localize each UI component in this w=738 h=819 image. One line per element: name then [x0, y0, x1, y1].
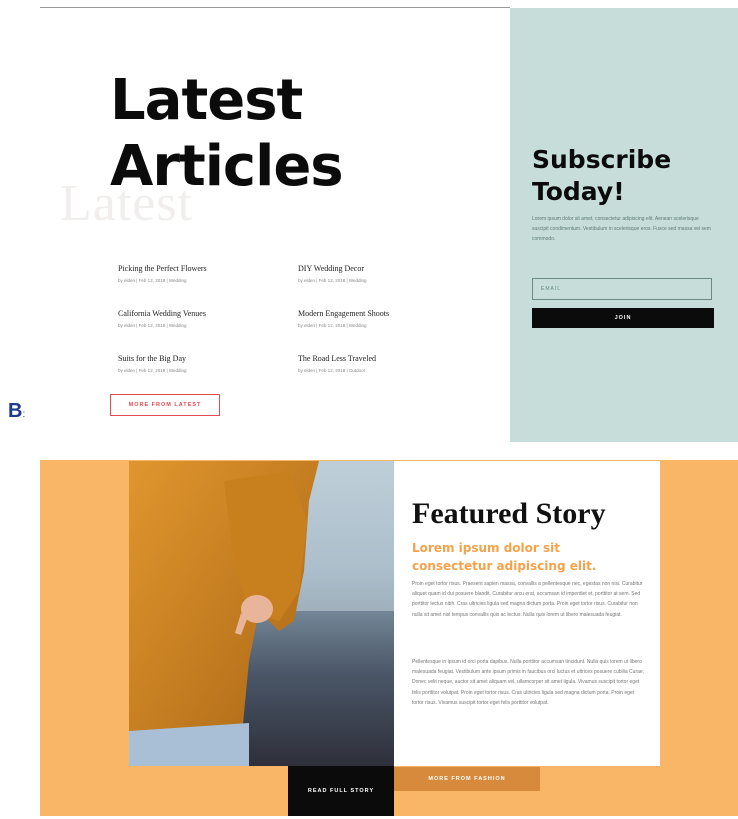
- subscribe-title: Subscribe Today!: [532, 144, 671, 208]
- subscribe-panel: Subscribe Today! Lorem ipsum dolor sit a…: [510, 8, 738, 442]
- article-item[interactable]: California Wedding Venues by elden | Feb…: [118, 309, 278, 328]
- article-meta: by elden | Feb 12, 2018 | Wedding: [298, 278, 367, 283]
- subtitle-line-1: Lorem ipsum dolor sit: [412, 541, 560, 555]
- subscribe-title-line-1: Subscribe: [532, 145, 672, 174]
- email-input[interactable]: [532, 278, 712, 300]
- article-title[interactable]: The Road Less Traveled: [298, 354, 458, 363]
- title-line-2: Articles: [110, 134, 344, 199]
- latest-articles-section: Latest Latest Articles Picking the Perfe…: [40, 8, 510, 442]
- read-full-story-button[interactable]: READ FULL STORY: [288, 766, 394, 816]
- featured-story-paragraph: Pellentesque in ipsum id orci porta dapi…: [412, 659, 645, 706]
- article-meta: by elden | Feb 12, 2018 | Wedding: [118, 368, 187, 373]
- section-letter-label: B:: [8, 400, 25, 423]
- article-item[interactable]: Picking the Perfect Flowers by elden | F…: [118, 264, 278, 283]
- title-line-1: Latest: [110, 68, 303, 133]
- featured-story-card: Featured Story Lorem ipsum dolor sit con…: [394, 461, 660, 766]
- article-item[interactable]: Modern Engagement Shoots by elden | Feb …: [298, 309, 458, 328]
- section-letter-suffix: :: [22, 409, 26, 420]
- section-letter: B: [8, 400, 23, 422]
- article-title[interactable]: DIY Wedding Decor: [298, 264, 458, 273]
- article-title[interactable]: California Wedding Venues: [118, 309, 278, 318]
- more-from-latest-button[interactable]: MORE FROM LATEST: [110, 394, 220, 416]
- article-meta: by elden | Feb 12, 2018 | Wedding: [118, 323, 187, 328]
- join-button[interactable]: JOIN: [532, 308, 714, 328]
- article-title[interactable]: Suits for the Big Day: [118, 354, 278, 363]
- article-meta: by elden | Feb 12, 2018 | Outdoor: [298, 368, 366, 373]
- featured-story-title: Featured Story: [412, 497, 606, 530]
- article-item[interactable]: DIY Wedding Decor by elden | Feb 12, 201…: [298, 264, 458, 283]
- article-title[interactable]: Picking the Perfect Flowers: [118, 264, 278, 273]
- article-item[interactable]: Suits for the Big Day by elden | Feb 12,…: [118, 354, 278, 373]
- featured-story-subtitle: Lorem ipsum dolor sit consectetur adipis…: [412, 539, 652, 575]
- sweater-arm-illustration: [129, 461, 394, 766]
- subscribe-title-line-2: Today!: [532, 177, 625, 206]
- latest-articles-title: Latest Articles: [110, 68, 344, 200]
- subtitle-line-2: consectetur adipiscing elit.: [412, 559, 597, 573]
- featured-photo: [129, 461, 394, 766]
- subscribe-description: Lorem ipsum dolor sit amet, consectetur …: [532, 216, 711, 242]
- article-title[interactable]: Modern Engagement Shoots: [298, 309, 458, 318]
- article-item[interactable]: The Road Less Traveled by elden | Feb 12…: [298, 354, 458, 373]
- featured-story-paragraph: Proin eget tortor risus. Praesent sapien…: [412, 581, 643, 618]
- more-from-fashion-button[interactable]: MORE FROM FASHION: [394, 767, 540, 791]
- article-meta: by elden | Feb 12, 2018 | Wedding: [298, 323, 367, 328]
- article-meta: by elden | Feb 12, 2018 | Wedding: [118, 278, 187, 283]
